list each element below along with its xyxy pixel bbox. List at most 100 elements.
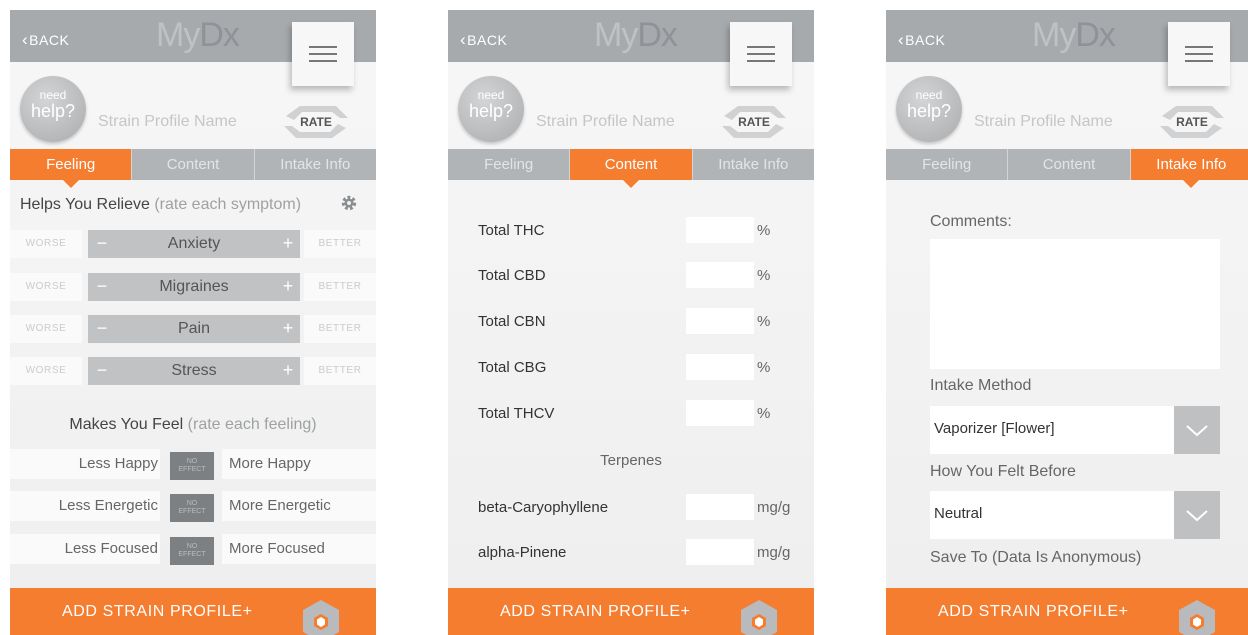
back-button[interactable]: ‹BACK <box>898 30 945 50</box>
logo-dx: Dx <box>199 16 240 54</box>
tab-content[interactable]: Content <box>1008 149 1131 180</box>
better-label: BETTER <box>304 230 376 258</box>
cbd-input[interactable] <box>686 262 754 288</box>
strain-profile-name-field[interactable]: Strain Profile Name <box>98 113 237 131</box>
thc-input[interactable] <box>686 217 754 243</box>
screen-intake-info: ‹BACK MyDx need help? Strain Profile Name… <box>886 10 1248 635</box>
cbn-input[interactable] <box>686 308 754 334</box>
comments-textarea[interactable] <box>930 239 1220 369</box>
symptom-name: Migraines <box>159 278 229 295</box>
terpene-label: beta-Caryophyllene <box>478 499 609 516</box>
add-strain-profile-button[interactable]: ADD STRAIN PROFILE+ <box>448 588 814 635</box>
unit-label: % <box>757 313 771 330</box>
hamburger-icon <box>747 41 775 67</box>
symptom-row-anxiety: WORSE − Anxiety + BETTER <box>10 230 376 258</box>
screen-feeling: ‹BACK MyDx need help? Strain Profile Name… <box>10 10 376 635</box>
rate-button[interactable]: RATE <box>1154 102 1230 142</box>
tab-feeling[interactable]: Feeling <box>10 149 133 188</box>
logo-dx: Dx <box>1075 16 1116 54</box>
feel-title: Makes You Feel (rate each feeling) <box>10 416 376 434</box>
less-label: Less Happy <box>10 449 160 479</box>
no-effect-toggle[interactable]: NO EFFECT <box>170 537 214 565</box>
content-label: Total THCV <box>478 405 555 422</box>
back-button[interactable]: ‹BACK <box>460 30 507 50</box>
help-small-text: need <box>39 88 67 102</box>
add-strain-profile-button[interactable]: ADD STRAIN PROFILE+ <box>886 588 1248 635</box>
menu-button[interactable] <box>1168 22 1230 86</box>
plus-button[interactable]: + <box>276 315 300 343</box>
tab-feeling[interactable]: Feeling <box>448 149 571 180</box>
plus-button[interactable]: + <box>276 230 300 258</box>
terpene-row-pinene: alpha-Pinene mg/g <box>448 539 814 567</box>
header-bar: ‹BACK MyDx <box>10 10 376 86</box>
chevron-left-icon: ‹ <box>898 30 905 49</box>
relieve-title: Helps You Relieve (rate each symptom) <box>10 196 376 214</box>
mydx-logo: MyDx <box>1032 16 1116 55</box>
strain-profile-name-field[interactable]: Strain Profile Name <box>536 113 675 131</box>
minus-button[interactable]: − <box>90 315 114 343</box>
better-label: BETTER <box>304 357 376 385</box>
content-row-thcv: Total THCV % <box>448 400 814 428</box>
tab-bar: Feeling Content Intake Info <box>10 149 376 188</box>
logo-dx: Dx <box>637 16 678 54</box>
tab-feeling[interactable]: Feeling <box>886 149 1009 180</box>
symptom-stepper: − Anxiety + <box>88 230 300 258</box>
add-strain-profile-button[interactable]: ADD STRAIN PROFILE+ <box>10 588 376 635</box>
minus-button[interactable]: − <box>90 357 114 385</box>
feeling-row-energetic: Less Energetic NO EFFECT More Energetic <box>10 491 376 522</box>
no-effect-toggle[interactable]: NO EFFECT <box>170 494 214 522</box>
tab-content[interactable]: Content <box>570 149 693 188</box>
better-label: BETTER <box>304 273 376 301</box>
rate-button[interactable]: RATE <box>278 102 354 142</box>
symptom-name: Pain <box>177 320 211 337</box>
mydx-logo: MyDx <box>156 16 240 55</box>
chevron-down-icon[interactable] <box>1174 491 1220 539</box>
hexagon-icon <box>741 600 777 635</box>
help-button[interactable]: need help? <box>896 76 962 142</box>
thcv-input[interactable] <box>686 400 754 426</box>
symptom-stepper: − Pain + <box>88 315 300 343</box>
add-strain-profile-label: ADD STRAIN PROFILE+ <box>500 603 691 620</box>
feeling-row-happy: Less Happy NO EFFECT More Happy <box>10 449 376 480</box>
minus-button[interactable]: − <box>90 273 114 301</box>
felt-before-select[interactable]: Neutral <box>930 491 1220 539</box>
help-button[interactable]: need help? <box>458 76 524 142</box>
hamburger-icon <box>309 41 337 67</box>
menu-button[interactable] <box>292 22 354 86</box>
hamburger-icon <box>1185 41 1213 67</box>
menu-button[interactable] <box>730 22 792 86</box>
chevron-down-icon[interactable] <box>1174 406 1220 454</box>
relieve-title-text: Helps You Relieve <box>20 196 150 213</box>
tab-intake-info[interactable]: Intake Info <box>692 149 814 180</box>
help-small-text: need <box>477 88 505 102</box>
terpene-label: alpha-Pinene <box>478 544 567 561</box>
tab-intake-info[interactable]: Intake Info <box>254 149 376 180</box>
tab-bar: Feeling Content Intake Info <box>886 149 1248 188</box>
no-effect-toggle[interactable]: NO EFFECT <box>170 452 214 480</box>
feel-hint: (rate each feeling) <box>187 416 317 433</box>
minus-button[interactable]: − <box>90 230 114 258</box>
help-button[interactable]: need help? <box>20 76 86 142</box>
screen-content: ‹BACK MyDx need help? Strain Profile Name… <box>448 10 814 635</box>
cbg-input[interactable] <box>686 354 754 380</box>
symptom-name: Stress <box>171 362 217 379</box>
pinene-input[interactable] <box>686 539 754 565</box>
tab-content[interactable]: Content <box>132 149 255 180</box>
strain-profile-name-field[interactable]: Strain Profile Name <box>974 113 1113 131</box>
logo-my: My <box>1032 16 1076 54</box>
hexagon-icon <box>303 600 339 635</box>
gear-icon[interactable] <box>340 194 358 212</box>
back-button[interactable]: ‹BACK <box>22 30 69 50</box>
plus-button[interactable]: + <box>276 357 300 385</box>
caryophyllene-input[interactable] <box>686 494 754 520</box>
symptom-row-stress: WORSE − Stress + BETTER <box>10 357 376 385</box>
symptom-name: Anxiety <box>167 235 221 252</box>
intake-method-select[interactable]: Vaporizer [Flower] <box>930 406 1220 454</box>
plus-button[interactable]: + <box>276 273 300 301</box>
rate-button[interactable]: RATE <box>716 102 792 142</box>
header-bar: ‹BACK MyDx <box>886 10 1248 86</box>
content-label: Total CBN <box>478 313 546 330</box>
content-row-cbn: Total CBN % <box>448 308 814 336</box>
terpene-row-caryophyllene: beta-Caryophyllene mg/g <box>448 494 814 522</box>
tab-intake-info[interactable]: Intake Info <box>1130 149 1248 188</box>
